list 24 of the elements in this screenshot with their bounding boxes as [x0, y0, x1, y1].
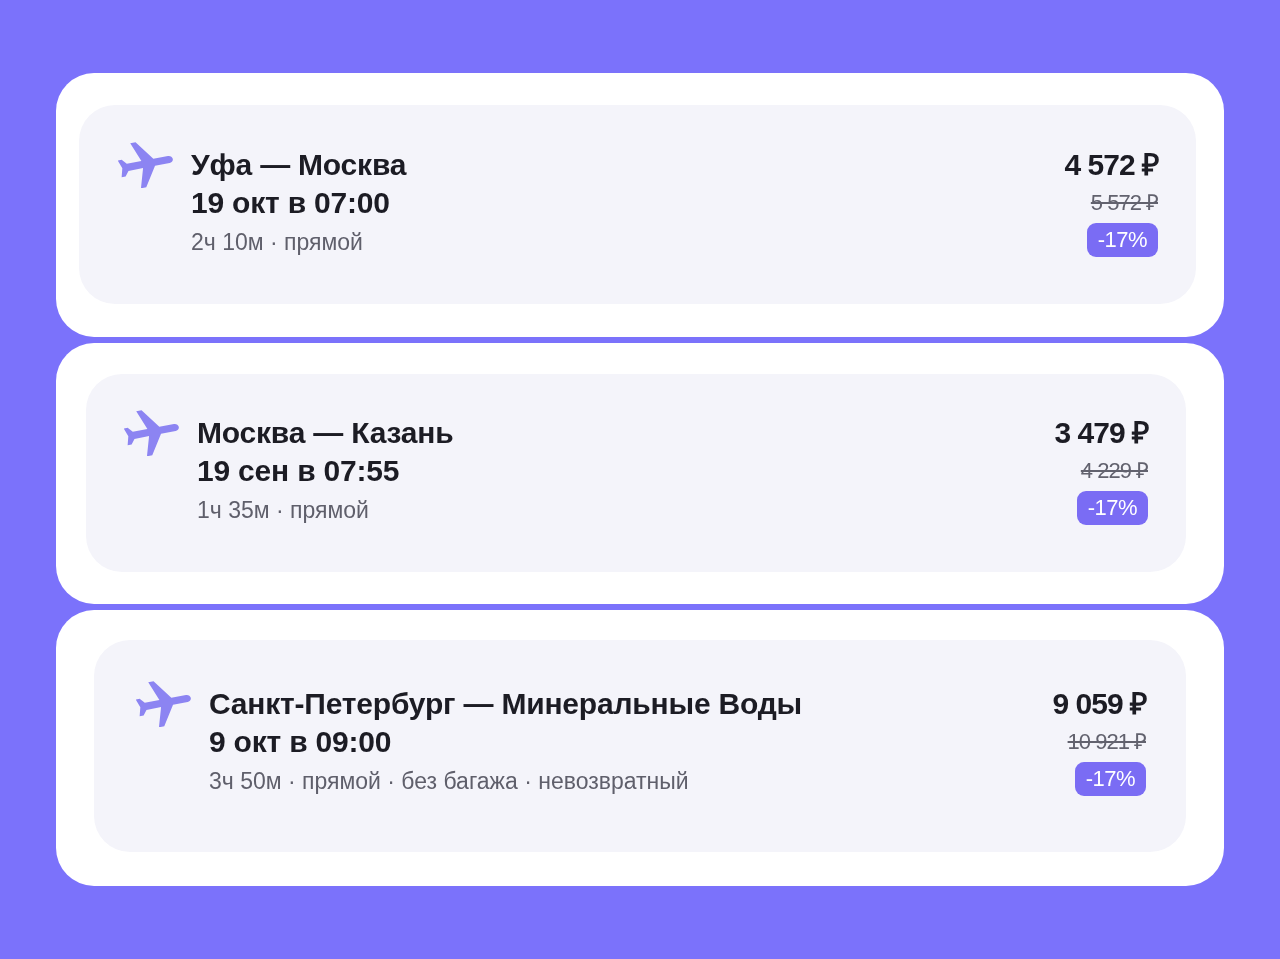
- flight-details: 1ч 35м · прямой: [197, 496, 370, 525]
- discount-badge: -17%: [1074, 762, 1146, 796]
- old-price: 4 229 ₽: [1080, 457, 1148, 485]
- price: 3 479 ₽: [1054, 415, 1148, 451]
- flight-details: 2ч 10м · прямой: [191, 228, 364, 257]
- departure-time: 19 сен в 07:55: [197, 453, 401, 489]
- flight-card[interactable]: Москва — Казань 19 сен в 07:55 1ч 35м · прямой 3 479 ₽ 4 229 ₽ -17%: [56, 343, 1224, 604]
- old-price: 10 921 ₽: [1067, 728, 1146, 756]
- flight-route: Москва — Казань: [197, 415, 454, 451]
- flight-details: 3ч 50м · прямой · без багажа · невозвратный: [209, 767, 690, 796]
- flight-route: Санкт-Петербург — Минеральные Воды: [209, 686, 802, 722]
- departure-time: 9 окт в 09:00: [209, 724, 393, 760]
- airplane-icon: [118, 142, 175, 188]
- price: 9 059 ₽: [1052, 686, 1146, 722]
- old-price: 5 572 ₽: [1090, 189, 1158, 217]
- airplane-icon: [136, 681, 193, 727]
- flight-route: Уфа — Москва: [191, 147, 407, 183]
- discount-badge: -17%: [1076, 491, 1148, 525]
- discount-badge: -17%: [1086, 223, 1158, 257]
- departure-time: 19 окт в 07:00: [191, 185, 391, 221]
- flight-card[interactable]: Уфа — Москва 19 окт в 07:00 2ч 10м · прямой 4 572 ₽ 5 572 ₽ -17%: [56, 73, 1224, 337]
- airplane-icon: [124, 410, 181, 456]
- price: 4 572 ₽: [1064, 147, 1158, 183]
- flight-card[interactable]: Санкт-Петербург — Минеральные Воды 9 окт в 09:00 3ч 50м · прямой · без багажа · невозвратный 9 059 ₽ 10 921 ₽ -17%: [56, 610, 1224, 886]
